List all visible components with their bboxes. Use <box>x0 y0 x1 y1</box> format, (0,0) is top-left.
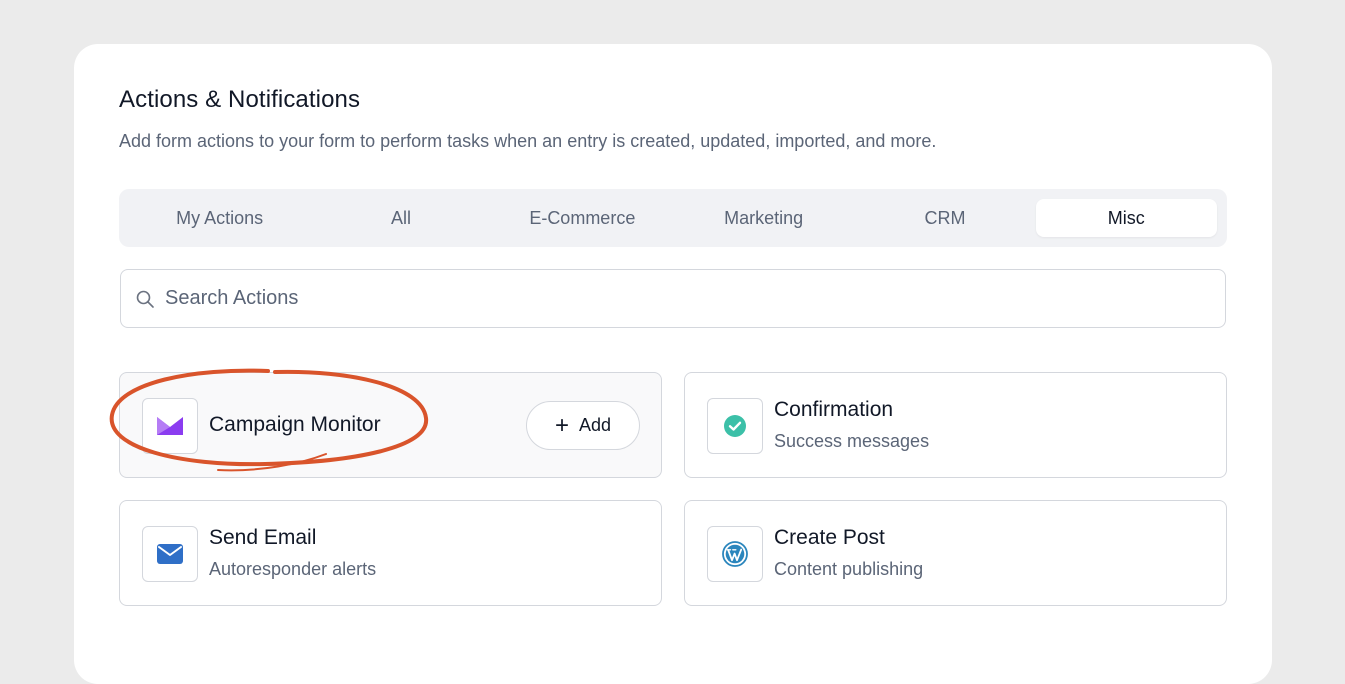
plus-icon: + <box>554 411 569 439</box>
campaign-monitor-icon-box <box>142 398 198 454</box>
page-title: Actions & Notifications <box>119 86 361 113</box>
page-subtitle: Add form actions to your form to perform… <box>119 131 937 151</box>
confirmation-icon-box <box>707 398 763 454</box>
search-icon <box>136 290 154 308</box>
action-card-confirmation[interactable]: Confirmation Success messages <box>684 372 1227 478</box>
tab-all[interactable]: All <box>310 199 491 237</box>
add-campaign-monitor-button[interactable]: + Add <box>526 401 640 450</box>
create-post-icon-box <box>707 526 763 582</box>
action-name: Confirmation <box>774 398 894 421</box>
action-card-campaign-monitor: Campaign Monitor + Add <box>119 372 662 478</box>
tab-my-actions[interactable]: My Actions <box>129 199 310 237</box>
action-card-send-email[interactable]: Send Email Autoresponder alerts <box>119 500 662 606</box>
tab-e-commerce[interactable]: E-Commerce <box>492 199 673 237</box>
add-button-label: Add <box>578 415 612 435</box>
tab-crm[interactable]: CRM <box>854 199 1035 237</box>
envelope-icon <box>157 544 183 564</box>
search-box <box>120 269 1226 328</box>
action-description: Autoresponder alerts <box>209 559 377 579</box>
search-input[interactable] <box>165 287 1165 310</box>
category-tabs: My Actions All E-Commerce Marketing CRM … <box>119 189 1227 247</box>
tab-misc[interactable]: Misc <box>1035 199 1217 237</box>
action-name: Campaign Monitor <box>209 413 381 436</box>
action-name: Send Email <box>209 526 317 549</box>
wordpress-icon <box>722 541 748 567</box>
action-name: Create Post <box>774 526 885 549</box>
check-circle-icon <box>724 415 746 437</box>
campaign-monitor-icon <box>157 417 183 435</box>
tab-marketing[interactable]: Marketing <box>673 199 854 237</box>
action-description: Content publishing <box>774 559 924 579</box>
send-email-icon-box <box>142 526 198 582</box>
action-card-create-post[interactable]: Create Post Content publishing <box>684 500 1227 606</box>
action-description: Success messages <box>774 431 930 451</box>
